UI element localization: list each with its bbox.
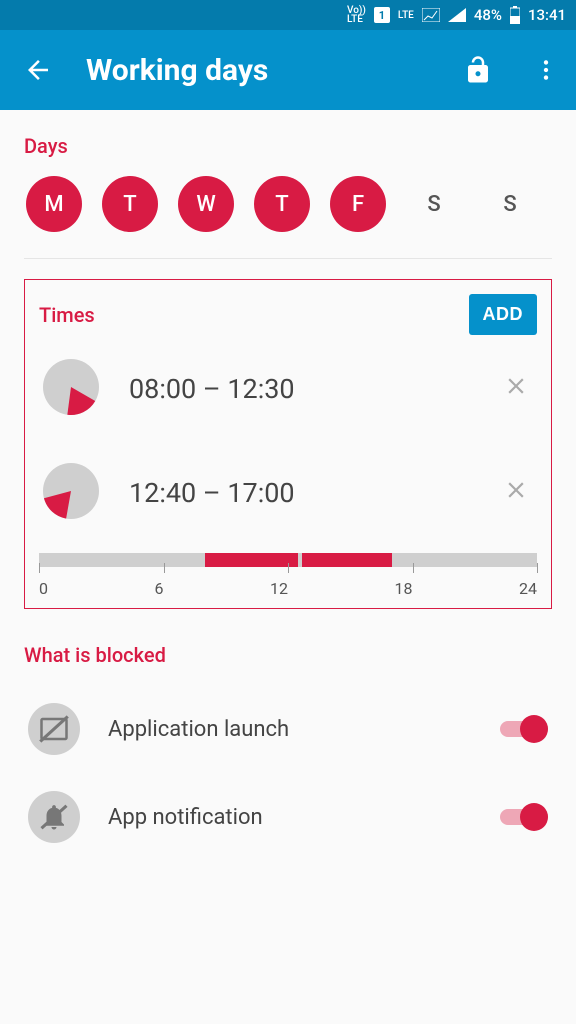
back-button[interactable] — [18, 50, 58, 90]
time-range-row[interactable]: 12:40 – 17:00 — [39, 443, 537, 547]
app-bar: Working days — [0, 30, 576, 110]
lock-button[interactable] — [458, 50, 498, 90]
day-0[interactable]: M — [26, 176, 82, 232]
add-time-button[interactable]: ADD — [469, 294, 538, 335]
timeline-tick-label: 0 — [39, 579, 48, 598]
clock: 13:41 — [528, 6, 566, 24]
signal-bars-icon — [448, 8, 466, 22]
remove-time-button[interactable] — [497, 477, 535, 510]
battery-percent: 48% — [474, 6, 502, 24]
bell-off-icon — [28, 791, 80, 843]
days-row: MTWTFSS — [24, 176, 552, 259]
day-2[interactable]: W — [178, 176, 234, 232]
blocked-item-row: Application launch — [24, 685, 552, 773]
time-range-label: 08:00 – 12:30 — [129, 373, 469, 405]
page-title: Working days — [86, 53, 430, 88]
timeline-tick-label: 6 — [155, 579, 164, 598]
timeline: 0 6 12 18 24 — [39, 553, 537, 598]
timeline-axis: 0 6 12 18 24 — [39, 579, 537, 598]
timeline-tick-label: 24 — [519, 579, 537, 598]
blocked-item-label: Application launch — [108, 717, 472, 742]
blocked-item-toggle[interactable] — [500, 803, 548, 831]
times-section-title: Times — [39, 303, 95, 327]
battery-icon — [510, 6, 520, 24]
lock-open-icon — [463, 55, 493, 85]
blocked-item-row: App notification — [24, 773, 552, 861]
app-launch-icon — [28, 703, 80, 755]
days-section-title: Days — [24, 134, 552, 158]
day-5[interactable]: S — [406, 176, 462, 232]
remove-time-button[interactable] — [497, 373, 535, 406]
time-pie-icon — [41, 461, 101, 525]
overflow-menu-button[interactable] — [526, 50, 566, 90]
blocked-item-toggle[interactable] — [500, 715, 548, 743]
more-vert-icon — [533, 57, 559, 83]
time-pie-icon — [41, 357, 101, 421]
volte-indicator: Vo)) LTE — [347, 6, 366, 24]
status-bar: Vo)) LTE 1 LTE 48% 13:41 — [0, 0, 576, 30]
timeline-tick-label: 12 — [270, 579, 288, 598]
timeline-tick-label: 18 — [394, 579, 412, 598]
lte-indicator: LTE — [398, 11, 414, 20]
day-1[interactable]: T — [102, 176, 158, 232]
arrow-left-icon — [23, 55, 53, 85]
close-icon — [503, 373, 529, 399]
time-range-row[interactable]: 08:00 – 12:30 — [39, 335, 537, 443]
close-icon — [503, 477, 529, 503]
signal-icon — [422, 8, 440, 22]
blocked-section-title: What is blocked — [24, 643, 552, 667]
day-4[interactable]: F — [330, 176, 386, 232]
blocked-section: What is blocked Application launch App no… — [24, 643, 552, 861]
day-6[interactable]: S — [482, 176, 538, 232]
times-section: Times ADD 08:00 – 12:30 12:40 – 17:00 0 6… — [24, 279, 552, 609]
blocked-item-label: App notification — [108, 805, 472, 830]
time-range-label: 12:40 – 17:00 — [129, 477, 469, 509]
sim-indicator: 1 — [374, 7, 390, 23]
day-3[interactable]: T — [254, 176, 310, 232]
